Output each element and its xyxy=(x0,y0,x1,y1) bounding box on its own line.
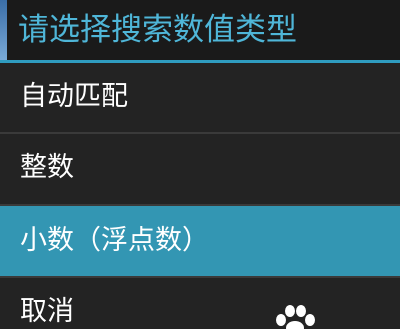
option-cancel[interactable]: 取消 xyxy=(0,278,400,329)
option-decimal[interactable]: 小数（浮点数） xyxy=(0,206,400,276)
paw-icon xyxy=(276,305,315,329)
option-label: 整数 xyxy=(20,152,74,183)
background-edge xyxy=(0,0,7,60)
option-label: 自动匹配 xyxy=(20,81,128,112)
search-value-type-dialog: 请选择搜索数值类型 自动匹配 整数 小数（浮点数） 取消 xyxy=(0,0,400,329)
option-auto-match[interactable]: 自动匹配 xyxy=(0,63,400,132)
option-label: 取消 xyxy=(20,296,74,327)
dialog-title-bar: 请选择搜索数值类型 xyxy=(0,0,400,60)
option-label: 小数（浮点数） xyxy=(20,225,209,256)
dialog-title: 请选择搜索数值类型 xyxy=(18,12,297,48)
option-integer[interactable]: 整数 xyxy=(0,134,400,204)
